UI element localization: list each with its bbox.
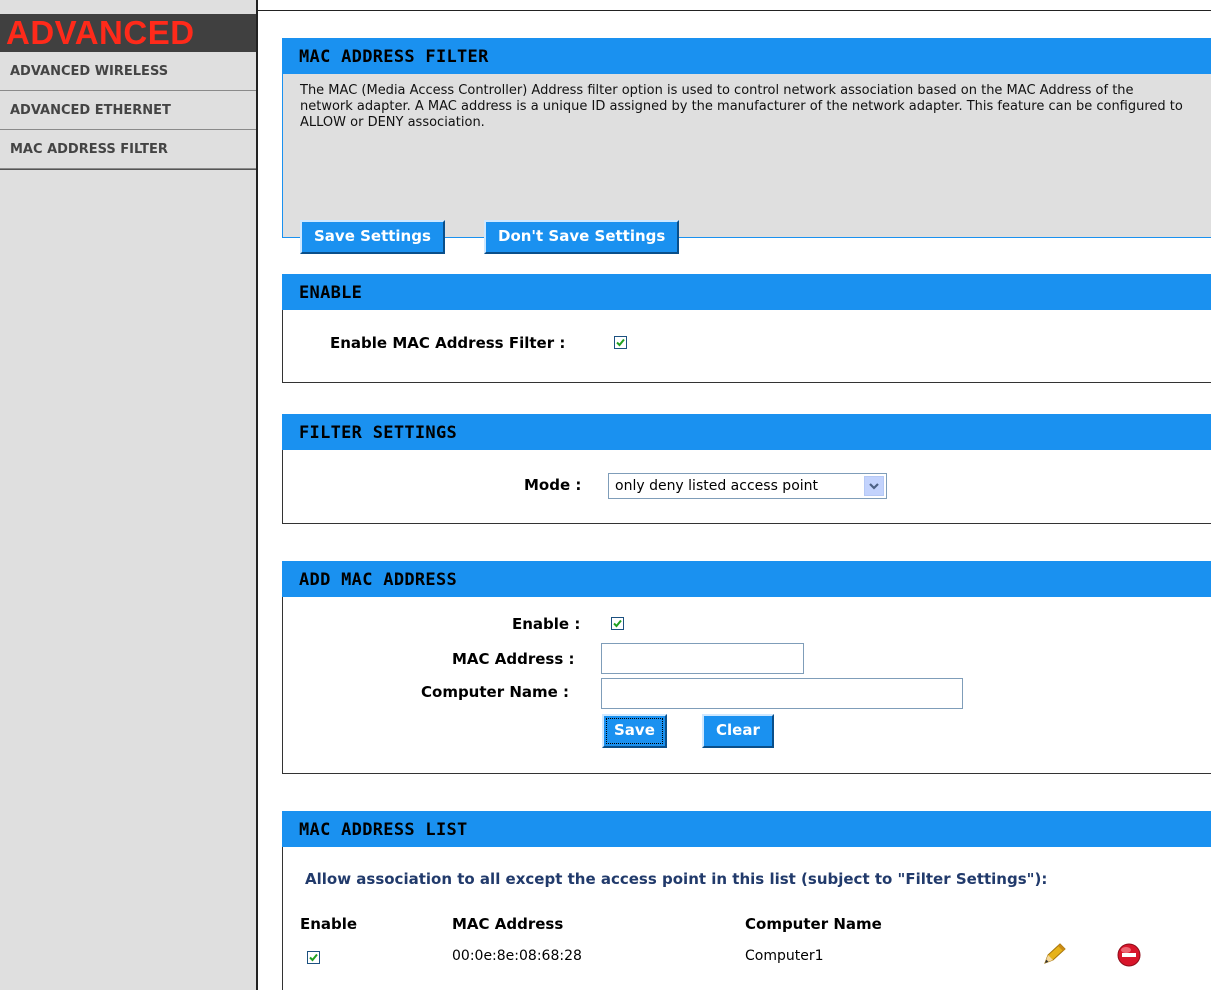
pencil-icon[interactable] [1039,939,1069,969]
enable-mac-filter-label: Enable MAC Address Filter : [330,334,566,352]
column-header-enable: Enable [300,915,358,933]
mac-address-label: MAC Address : [452,650,575,668]
enable-section-title: ENABLE [282,274,1211,310]
add-enable-checkbox[interactable] [611,617,624,630]
mode-label: Mode : [524,476,582,494]
chevron-down-icon[interactable] [864,476,884,496]
save-settings-button[interactable]: Save Settings [300,220,445,254]
computer-name-label: Computer Name : [421,683,570,701]
sidebar-item-mac-address-filter[interactable]: MAC ADDRESS FILTER [0,131,256,169]
row-mac-address: 00:0e:8e:08:68:28 [452,948,582,964]
add-clear-button[interactable]: Clear [702,714,774,748]
mac-list-heading: Allow association to all except the acce… [305,870,1048,888]
mac-list-section-title: MAC ADDRESS LIST [282,811,1211,847]
check-icon [613,619,622,628]
mac-filter-description: The MAC (Media Access Controller) Addres… [300,83,1183,130]
check-icon [616,338,625,347]
add-mac-section-title: ADD MAC ADDRESS [282,561,1211,597]
enable-mac-filter-checkbox[interactable] [614,336,627,349]
top-rule [256,10,1211,11]
sidebar: ADVANCED ADVANCED WIRELESS ADVANCED ETHE… [0,0,258,990]
mac-address-input[interactable] [601,643,804,674]
row-enable-checkbox[interactable] [307,951,320,964]
filter-settings-section-body: Mode : only deny listed access point [282,450,1211,524]
column-header-computer-name: Computer Name [745,915,882,933]
mode-select-value: only deny listed access point [615,478,819,494]
computer-name-input[interactable] [601,678,963,709]
filter-settings-section: FILTER SETTINGS Mode : only deny listed … [282,414,1211,524]
enable-section-body: Enable MAC Address Filter : [282,310,1211,383]
add-enable-label: Enable : [512,615,581,633]
check-icon [309,953,318,962]
sidebar-header: ADVANCED [0,14,256,52]
mac-list-section-body: Allow association to all except the acce… [282,847,1211,990]
column-header-mac-address: MAC Address [452,915,564,933]
add-mac-section: ADD MAC ADDRESS Enable : MAC Address : C… [282,561,1211,774]
sidebar-divider [0,169,256,170]
mode-select[interactable]: only deny listed access point [608,473,887,499]
sidebar-item-advanced-wireless[interactable]: ADVANCED WIRELESS [0,53,256,91]
mac-list-section: MAC ADDRESS LIST Allow association to al… [282,811,1211,990]
enable-section: ENABLE Enable MAC Address Filter : [282,274,1211,383]
mac-filter-section-body: The MAC (Media Access Controller) Addres… [282,74,1211,254]
filter-settings-section-title: FILTER SETTINGS [282,414,1211,450]
mac-filter-section: MAC ADDRESS FILTER The MAC (Media Access… [282,38,1211,254]
add-mac-section-body: Enable : MAC Address : Computer Name : S… [282,597,1211,774]
add-save-button[interactable]: Save [602,714,667,748]
delete-icon[interactable] [1116,942,1142,968]
mac-filter-section-title: MAC ADDRESS FILTER [282,38,1211,74]
row-computer-name: Computer1 [745,948,824,964]
sidebar-title: ADVANCED [6,14,195,51]
sidebar-item-advanced-ethernet[interactable]: ADVANCED ETHERNET [0,92,256,130]
dont-save-settings-button[interactable]: Don't Save Settings [484,220,680,254]
